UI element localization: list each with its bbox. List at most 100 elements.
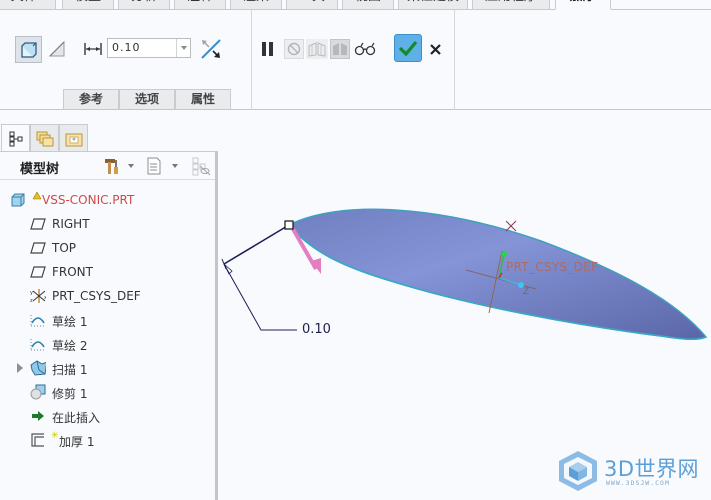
- tab-render[interactable]: 渲染: [230, 0, 282, 10]
- tree-item-datum-top[interactable]: TOP: [0, 237, 214, 259]
- sweep-icon: [30, 360, 46, 376]
- subtab-references[interactable]: 参考: [63, 89, 119, 109]
- tree-item-label: FRONT: [52, 265, 93, 279]
- tree-item-sketch-2[interactable]: 草绘 2: [0, 333, 214, 355]
- show-list-icon: [147, 157, 161, 175]
- checkmark-icon: [398, 40, 418, 57]
- thickness-dropdown-arrow[interactable]: [176, 39, 190, 57]
- subtab-properties[interactable]: 属性: [175, 89, 231, 109]
- group-separator: [454, 10, 455, 110]
- thickness-dimension-label[interactable]: 0.10: [302, 322, 331, 337]
- tree-visibility-icon: [192, 157, 211, 176]
- no-preview-icon: [287, 42, 301, 56]
- verify-button[interactable]: [353, 40, 377, 58]
- model-tree-icon: [9, 131, 22, 146]
- settings-dropdown-arrow[interactable]: [128, 164, 134, 168]
- svg-text:x: x: [44, 295, 46, 301]
- part-icon: [10, 192, 26, 208]
- remove-material-button[interactable]: [46, 38, 68, 60]
- remove-material-icon: [48, 40, 65, 57]
- csys-icon: yz x: [30, 288, 46, 304]
- watermark-logo-icon: [559, 451, 597, 491]
- model-tree-panel: 模型树 VSS-CONIC.PRT RIGHT TOP FRONT y z x …: [0, 151, 218, 500]
- sketch-icon: [30, 312, 46, 328]
- geometry-preview-button[interactable]: [306, 39, 328, 59]
- group-separator: [251, 10, 252, 110]
- graphics-viewport[interactable]: Z 0.10 PRT_CSYS_DEF: [221, 111, 711, 500]
- tab-view[interactable]: 视图: [342, 0, 394, 10]
- pause-icon: [262, 42, 273, 56]
- csys-axis-z: Z: [523, 287, 529, 297]
- tree-item-label: TOP: [52, 241, 77, 255]
- expand-arrow-icon[interactable]: [17, 363, 23, 373]
- tree-item-trim-1[interactable]: 修剪 1: [0, 381, 214, 403]
- model-tree-header: 模型树: [0, 152, 215, 180]
- model-tree-title: 模型树: [20, 162, 60, 177]
- tree-item-label: 修剪 1: [52, 387, 88, 401]
- feature-preview-icon: [333, 43, 347, 55]
- tab-analysis[interactable]: 分析: [118, 0, 170, 10]
- folder-browser-icon: [36, 131, 53, 146]
- cancel-button[interactable]: [427, 41, 443, 57]
- tree-item-label: 草绘 2: [52, 339, 88, 353]
- thickness-dimension-icon: [84, 43, 102, 55]
- tab-tools[interactable]: 工具: [286, 0, 338, 10]
- trim-icon: [30, 384, 46, 400]
- show-button[interactable]: [146, 157, 162, 179]
- solid-thicken-button[interactable]: [15, 36, 42, 63]
- geometry-preview-icon: [308, 42, 326, 57]
- csys-label: PRT_CSYS_DEF: [506, 260, 599, 274]
- folder-browser-tab[interactable]: [30, 124, 59, 152]
- tree-item-datum-front[interactable]: FRONT: [0, 261, 214, 283]
- solid-thicken-icon: [20, 41, 37, 58]
- model-tree-tab[interactable]: [1, 124, 30, 152]
- no-preview-button[interactable]: [284, 39, 304, 59]
- tree-item-datum-right[interactable]: RIGHT: [0, 213, 214, 235]
- ok-button[interactable]: [394, 34, 422, 62]
- show-dropdown-arrow[interactable]: [172, 164, 178, 168]
- tree-item-sketch-1[interactable]: 草绘 1: [0, 309, 214, 331]
- thicken-icon: [30, 432, 46, 448]
- tab-file[interactable]: 文件▾: [0, 0, 56, 10]
- sketch-icon: [30, 336, 46, 352]
- pause-button[interactable]: [259, 40, 277, 58]
- ribbon-panel: 0.10 参考 选项 属性: [0, 10, 711, 110]
- tab-annotate[interactable]: 注释: [174, 0, 226, 10]
- subtab-options[interactable]: 选项: [119, 89, 175, 109]
- flip-direction-icon: [201, 39, 221, 59]
- warning-icon: [32, 189, 42, 203]
- datum-plane-icon: [30, 264, 46, 280]
- verify-glasses-icon: [354, 42, 376, 56]
- watermark: 3D世界网 WWW.3DSJW.COM: [555, 449, 711, 491]
- watermark-url: WWW.3DSJW.COM: [606, 479, 670, 487]
- feature-preview-button[interactable]: [330, 39, 350, 59]
- tree-item-label: VSS-CONIC.PRT: [42, 193, 135, 207]
- hammer-screwdriver-icon: [105, 159, 118, 174]
- drag-handle: [284, 220, 294, 230]
- tree-item-sweep-1[interactable]: 扫描 1: [0, 357, 214, 379]
- tree-item-label: RIGHT: [52, 217, 90, 231]
- insert-here-icon: [30, 408, 46, 424]
- tree-item-thicken-1[interactable]: ✳ 加厚 1: [0, 429, 214, 451]
- model-graphics[interactable]: Z: [221, 111, 711, 500]
- datum-plane-icon: [30, 240, 46, 256]
- tree-item-label: 草绘 1: [52, 315, 88, 329]
- ribbon-tab-bar: 文件▾ 模型 分析 注释 渲染 工具 视图 柔性建模 应用程序 加厚: [0, 0, 711, 10]
- tree-item-label: 扫描 1: [52, 363, 88, 377]
- close-icon: [429, 43, 441, 55]
- datum-plane-icon: [30, 216, 46, 232]
- settings-button[interactable]: [103, 157, 121, 179]
- favorites-tab[interactable]: *: [59, 124, 88, 152]
- flip-direction-button[interactable]: [198, 36, 224, 62]
- tab-model[interactable]: 模型: [62, 0, 114, 10]
- tree-item-csys[interactable]: yz x PRT_CSYS_DEF: [0, 285, 214, 307]
- tab-thicken[interactable]: 加厚: [555, 0, 611, 10]
- thickness-value-input[interactable]: 0.10: [107, 38, 191, 58]
- tree-item-label: 加厚 1: [59, 435, 95, 449]
- tab-applications[interactable]: 应用程序: [472, 0, 550, 10]
- tab-flexible-modeling[interactable]: 柔性建模: [398, 0, 468, 10]
- hide-tree-button[interactable]: [191, 156, 211, 180]
- tree-item-part[interactable]: VSS-CONIC.PRT: [0, 189, 214, 211]
- svg-text:*: *: [72, 136, 76, 144]
- tree-item-insert-here[interactable]: 在此插入: [0, 405, 214, 427]
